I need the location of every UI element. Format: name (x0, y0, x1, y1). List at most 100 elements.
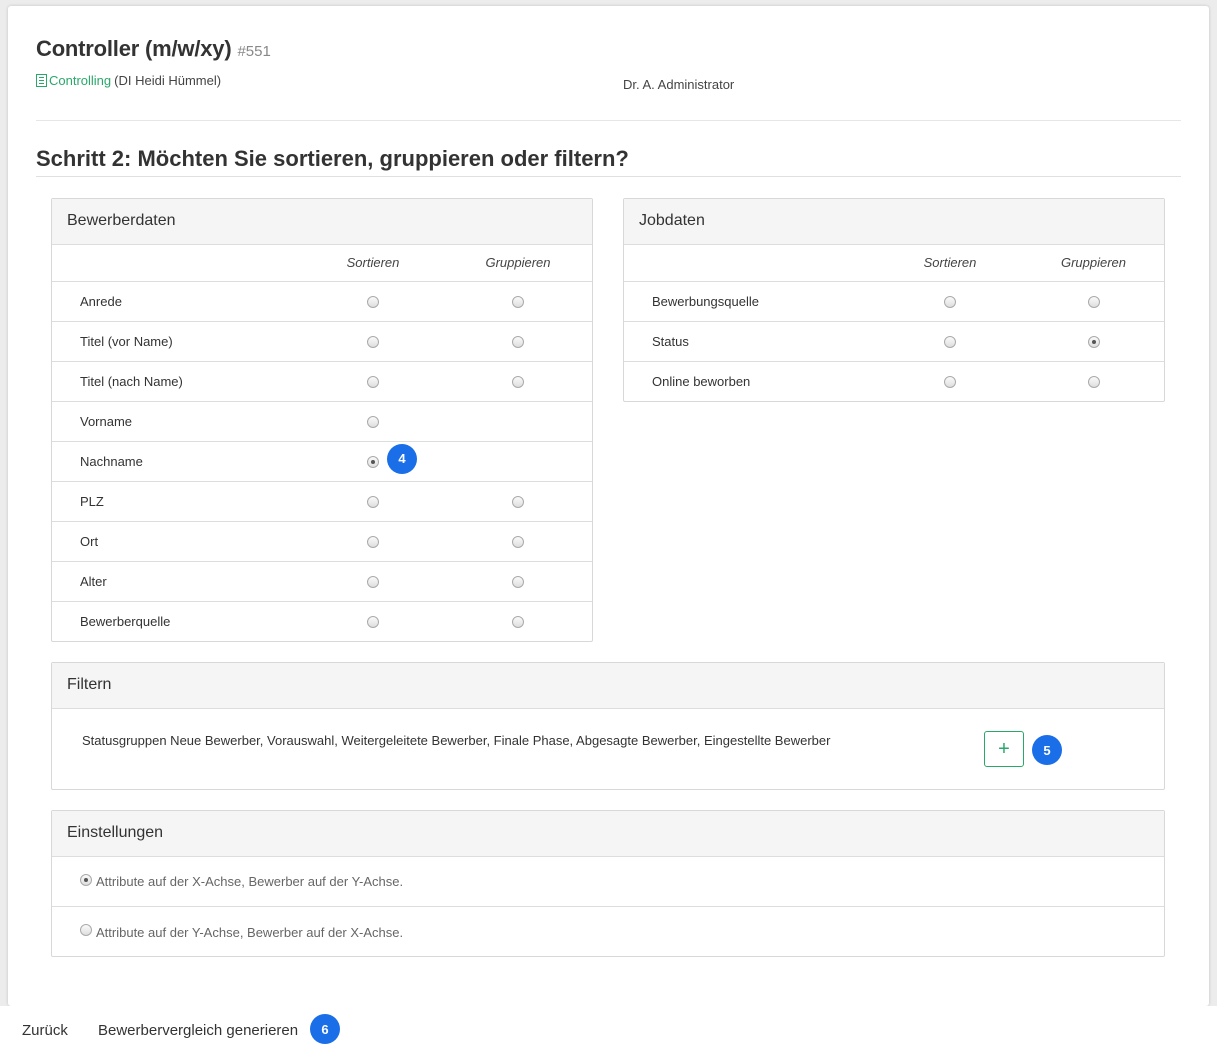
group-cell (444, 441, 592, 482)
column-header-group: Gruppieren (1023, 245, 1164, 282)
sort-radio[interactable] (367, 536, 379, 549)
job-owner: Dr. A. Administrator (623, 77, 735, 92)
row-label: Bewerbungsquelle (624, 281, 877, 322)
axis-option-radio[interactable] (80, 873, 92, 886)
sort-radio[interactable] (944, 296, 956, 309)
job-data-panel: Jobdaten Sortieren Gruppieren Bewerbungs… (623, 198, 1165, 402)
divider (36, 120, 1181, 121)
row-label: Alter (52, 561, 302, 602)
filter-panel: Filtern Statusgruppen Neue Bewerber, Vor… (51, 662, 1165, 790)
step-badge-6: 6 (310, 1014, 340, 1044)
group-radio[interactable] (1087, 376, 1100, 389)
group-radio[interactable] (512, 576, 524, 589)
column-header-group: Gruppieren (444, 245, 592, 282)
sort-radio[interactable] (367, 376, 379, 389)
table-row: Bewerbungsquelle (624, 281, 1164, 322)
table-row: Ort (52, 521, 592, 562)
column-header-sort: Sortieren (302, 245, 444, 282)
sort-cell (877, 361, 1023, 401)
sort-cell (302, 321, 444, 362)
sort-radio[interactable] (367, 336, 379, 349)
group-radio[interactable] (1087, 296, 1100, 309)
generate-comparison-button[interactable]: Bewerbervergleich generieren (98, 1022, 298, 1039)
settings-option-label: Attribute auf der Y-Achse, Bewerber auf … (96, 924, 404, 940)
sort-cell (302, 281, 444, 322)
group-radio[interactable] (1087, 336, 1100, 349)
group-cell (1023, 321, 1164, 362)
panel-title: Einstellungen (52, 811, 1164, 857)
table-row: Vorname (52, 401, 592, 442)
row-label: Online beworben (652, 373, 751, 389)
building-icon (36, 74, 47, 87)
sort-radio[interactable] (367, 296, 379, 309)
panel-title: Filtern (52, 663, 1164, 709)
group-cell (1023, 361, 1164, 401)
row-label: Status (624, 321, 877, 362)
settings-option[interactable]: Attribute auf der X-Achse, Bewerber auf … (52, 857, 1164, 907)
back-button[interactable]: Zurück (22, 1022, 68, 1039)
divider (36, 176, 1181, 177)
job-id: #551 (237, 43, 271, 60)
department-person: (DI Heidi Hümmel) (114, 73, 222, 88)
group-radio[interactable] (512, 536, 524, 549)
row-label: Bewerberquelle (80, 613, 171, 629)
group-radio[interactable] (512, 296, 524, 309)
axis-option-radio[interactable] (80, 924, 92, 936)
sort-cell (302, 481, 444, 522)
table-row: Titel (nach Name) (52, 361, 592, 402)
table-row: Status (624, 321, 1164, 362)
table-row: PLZ (52, 481, 592, 522)
group-cell (1023, 281, 1164, 322)
sort-radio[interactable] (944, 336, 956, 349)
group-cell (444, 521, 592, 562)
sort-cell (877, 321, 1023, 362)
panel-title: Jobdaten (624, 199, 1164, 245)
title-row: Controller (m/w/xy) #551 (36, 36, 271, 62)
sort-cell (302, 361, 444, 402)
sort-cell: 4 (302, 441, 444, 482)
group-cell (444, 481, 592, 522)
group-radio[interactable] (512, 376, 524, 389)
group-cell (444, 281, 592, 322)
table-row: Online beworben (624, 361, 1164, 401)
group-cell (444, 401, 592, 442)
panel-title: Bewerberdaten (52, 199, 592, 245)
department: Controlling (DI Heidi Hümmel) (36, 73, 221, 88)
group-radio[interactable] (512, 496, 524, 509)
row-label: Ort (52, 521, 302, 562)
department-link[interactable]: Controlling (49, 73, 111, 88)
table-row: Anrede (52, 281, 592, 322)
group-radio[interactable] (512, 336, 524, 349)
column-header-attribute (624, 245, 877, 282)
row-label: Anrede (52, 281, 302, 322)
add-filter-button[interactable]: + (984, 731, 1024, 767)
sort-radio[interactable] (367, 416, 379, 429)
row-label: PLZ (52, 481, 302, 522)
footer-bar: Zurück Bewerbervergleich generieren 6 (0, 1006, 1217, 1051)
main-card: Controller (m/w/xy) #551 Controlling (DI… (8, 6, 1209, 1006)
group-radio[interactable] (512, 616, 524, 629)
group-cell (444, 361, 592, 402)
sort-radio[interactable] (367, 496, 379, 509)
sort-radio[interactable] (367, 576, 379, 589)
step-badge-4: 4 (387, 443, 417, 474)
settings-panel: Einstellungen Attribute auf der X-Achse,… (51, 810, 1165, 957)
sort-radio[interactable] (367, 616, 379, 629)
row-label: Titel (nach Name) (52, 361, 302, 402)
sort-cell (302, 521, 444, 562)
job-data-table: Sortieren Gruppieren Bewerbungsquelle Sta… (624, 245, 1164, 401)
sort-radio[interactable] (367, 456, 379, 469)
sort-cell (302, 601, 444, 641)
settings-option[interactable]: Attribute auf der Y-Achse, Bewerber auf … (52, 907, 1164, 957)
row-label: Titel (vor Name) (52, 321, 302, 362)
filter-summary: Statusgruppen Neue Bewerber, Vorauswahl,… (82, 733, 831, 748)
row-label: Vorname (52, 401, 302, 442)
column-header-attribute (52, 245, 302, 282)
step-badge-5: 5 (1032, 735, 1062, 765)
applicant-data-panel: Bewerberdaten Sortieren Gruppieren Anred… (51, 198, 593, 642)
group-cell (444, 601, 592, 641)
table-row: Alter (52, 561, 592, 602)
column-header-sort: Sortieren (877, 245, 1023, 282)
row-label: Nachname (52, 441, 302, 482)
sort-radio[interactable] (944, 376, 956, 389)
